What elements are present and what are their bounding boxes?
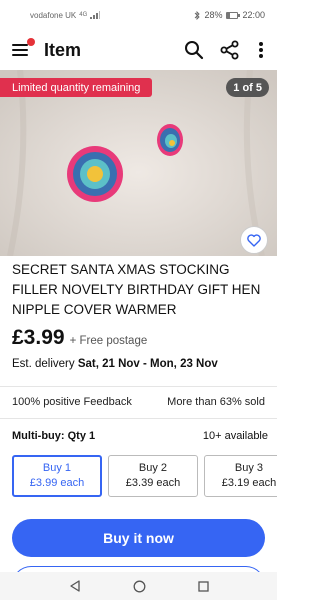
seller-stats: 100% positive Feedback More than 63% sol… xyxy=(0,386,277,418)
watch-button[interactable] xyxy=(240,226,268,254)
price-row: £3.99 + Free postage xyxy=(12,326,147,350)
option-price: £3.39 each xyxy=(125,477,181,489)
notification-dot xyxy=(27,38,35,46)
page-title: Item xyxy=(44,39,82,60)
more-vertical-icon xyxy=(259,42,263,58)
delivery-dates: Sat, 21 Nov - Mon, 23 Nov xyxy=(77,358,218,370)
multibuy-options: Buy 1 £3.99 each Buy 2 £3.39 each Buy 3 … xyxy=(12,455,277,497)
multibuy-option-1[interactable]: Buy 1 £3.99 each xyxy=(12,455,102,497)
multibuy-option-3[interactable]: Buy 3 £3.19 each xyxy=(204,455,277,497)
limited-quantity-badge: Limited quantity remaining xyxy=(0,78,153,97)
option-price: £3.99 each xyxy=(29,477,85,489)
app-header: Item xyxy=(0,30,277,70)
option-title: Buy 3 xyxy=(234,462,264,474)
share-icon xyxy=(220,40,239,60)
bluetooth-icon xyxy=(195,10,201,20)
product-photo xyxy=(0,70,277,256)
search-button[interactable] xyxy=(183,39,205,61)
signal-icon xyxy=(90,11,101,19)
item-title: SECRET SANTA XMAS STOCKING FILLER NOVELT… xyxy=(12,262,261,317)
battery-icon xyxy=(226,11,241,19)
multibuy-header: Multi-buy: Qty 1 10+ available xyxy=(12,430,268,442)
delivery-label: Est. delivery xyxy=(12,358,78,370)
divider xyxy=(0,418,277,419)
network-type: 4G xyxy=(79,12,88,18)
status-left: vodafone UK 4G xyxy=(30,10,101,20)
option-price: £3.19 each xyxy=(221,477,277,489)
back-icon[interactable] xyxy=(69,580,81,592)
option-title: Buy 2 xyxy=(138,462,168,474)
recents-icon[interactable] xyxy=(197,580,209,592)
clock: 22:00 xyxy=(242,10,265,20)
sold-percentage: More than 63% sold xyxy=(167,396,265,408)
image-gallery[interactable]: Limited quantity remaining 1 of 5 xyxy=(0,70,277,256)
option-title: Buy 1 xyxy=(42,462,72,474)
search-icon xyxy=(185,41,204,60)
image-counter: 1 of 5 xyxy=(226,78,269,97)
menu-button[interactable] xyxy=(10,38,35,59)
home-icon[interactable] xyxy=(133,580,146,593)
more-button[interactable] xyxy=(255,39,267,61)
buy-it-now-button[interactable]: Buy it now xyxy=(12,519,265,557)
multibuy-option-2[interactable]: Buy 2 £3.39 each xyxy=(108,455,198,497)
postage-info: + Free postage xyxy=(69,335,148,347)
multibuy-label: Multi-buy: Qty 1 xyxy=(12,430,96,442)
system-nav-bar xyxy=(0,572,277,600)
item-price: £3.99 xyxy=(12,326,65,349)
status-right: 28% 22:00 xyxy=(194,10,265,20)
available-quantity: 10+ available xyxy=(202,430,268,442)
status-bar: vodafone UK 4G 28% 22:00 xyxy=(0,0,277,30)
battery-percent: 28% xyxy=(204,10,223,20)
menu-icon xyxy=(12,44,28,46)
carrier-name: vodafone UK xyxy=(30,10,77,20)
positive-feedback: 100% positive Feedback xyxy=(12,396,132,408)
delivery-estimate: Est. delivery Sat, 21 Nov - Mon, 23 Nov xyxy=(12,358,218,370)
heart-icon xyxy=(247,233,261,247)
share-button[interactable] xyxy=(219,39,241,61)
